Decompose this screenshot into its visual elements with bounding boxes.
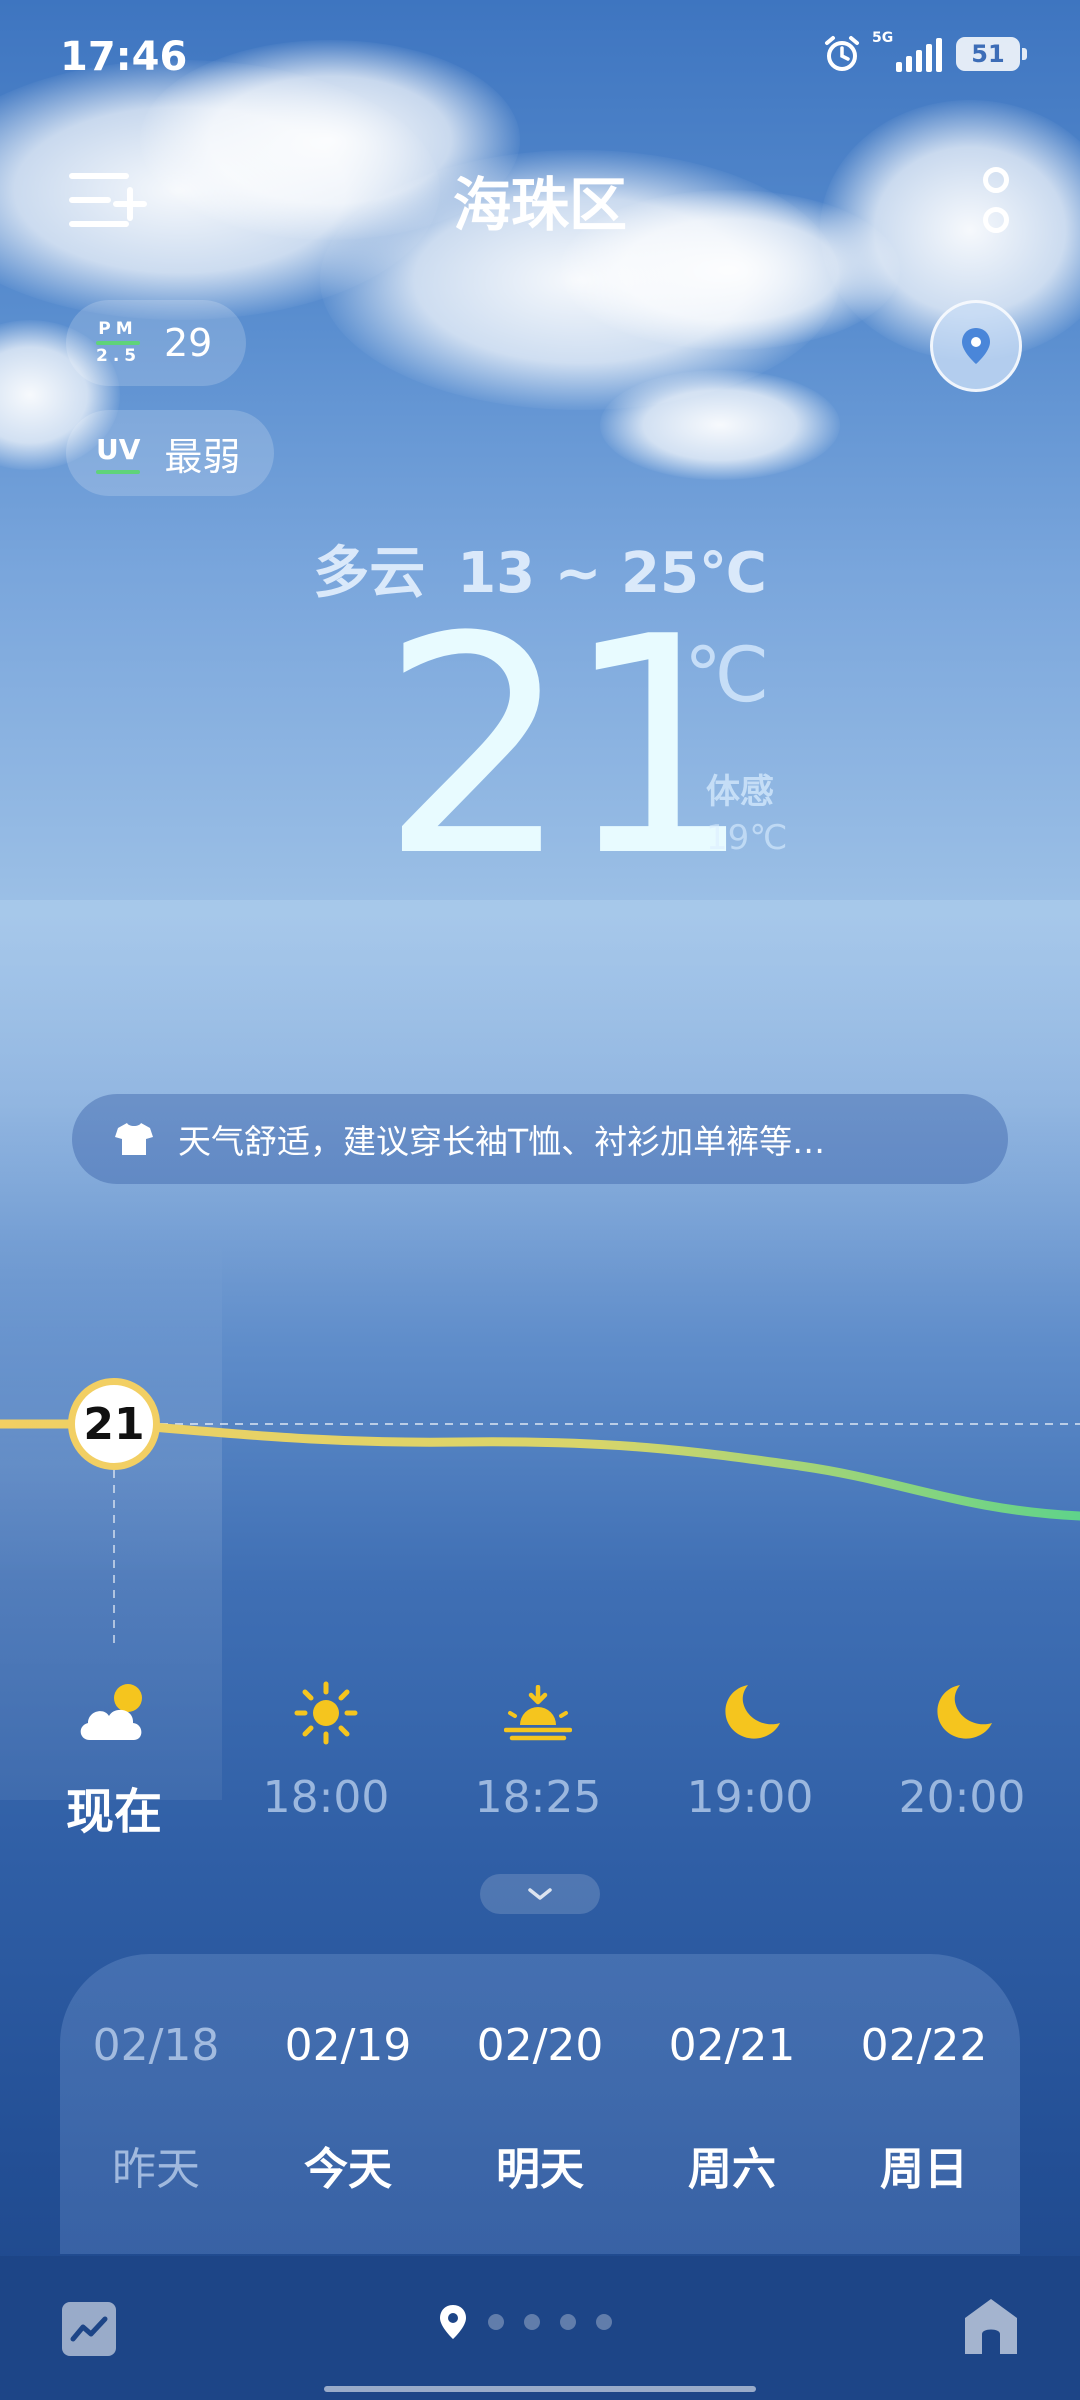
day-date: 02/22 xyxy=(860,2020,988,2071)
trend-chart-icon xyxy=(70,2316,108,2342)
daily-forecast-card[interactable]: 02/18 昨天 02/19 今天 02/20 明天 02/21 周六 02/2… xyxy=(60,1954,1020,2254)
more-dot-icon xyxy=(983,167,1009,193)
day-name: 明天 xyxy=(496,2144,584,2195)
temperature-trend-line xyxy=(0,1419,1080,1521)
expand-hourly-button[interactable] xyxy=(480,1874,600,1914)
cloud-decoration xyxy=(600,370,840,480)
pm25-chip[interactable]: PM 2.5 29 xyxy=(66,300,247,386)
day-item[interactable]: 02/19 今天 xyxy=(252,2020,444,2254)
hour-1900[interactable]: 19:00 xyxy=(660,1676,840,1823)
clothing-tip-banner[interactable]: 天气舒适，建议穿长袖T恤、衬衫加单裤等… xyxy=(72,1094,1008,1184)
weather-app: 17:46 5G 51 海珠区 PM 2.5 29 UV 最弱 多云 13 ~ … xyxy=(0,0,1080,2400)
pm25-value: 29 xyxy=(164,321,213,365)
gesture-navigation-bar[interactable] xyxy=(324,2386,756,2392)
day-date: 02/18 xyxy=(92,2020,220,2071)
day-name: 今天 xyxy=(304,2144,392,2195)
day-date: 02/21 xyxy=(668,2020,796,2071)
hour-label: 18:00 xyxy=(262,1772,390,1823)
signal-icon: 5G xyxy=(872,30,942,72)
now-temperature-marker: 21 xyxy=(68,1378,160,1470)
hour-label: 现在 xyxy=(65,1784,162,1840)
hour-sunset[interactable]: 18:25 xyxy=(448,1676,628,1823)
page-dot[interactable] xyxy=(596,2314,612,2330)
trend-chart-button[interactable] xyxy=(62,2302,116,2356)
pm-label-top: PM xyxy=(98,319,138,339)
hour-now[interactable]: 现在 xyxy=(24,1676,204,1842)
moon-icon xyxy=(725,1685,780,1739)
partly-cloudy-icon xyxy=(80,1684,142,1740)
chevron-down-icon xyxy=(528,1888,552,1900)
pm25-icon: PM 2.5 xyxy=(96,321,140,365)
more-dot-icon xyxy=(983,207,1009,233)
uv-value: 最弱 xyxy=(164,434,241,479)
home-button[interactable] xyxy=(962,2296,1020,2358)
sunset-icon xyxy=(504,1685,572,1741)
pm-label-bottom: 2.5 xyxy=(96,346,142,366)
uv-icon: UV xyxy=(96,433,141,474)
hour-label: 18:25 xyxy=(474,1772,602,1823)
status-time: 17:46 xyxy=(60,34,188,80)
day-name: 周六 xyxy=(688,2144,776,2195)
city-title[interactable]: 海珠区 xyxy=(0,158,1080,242)
day-name: 周日 xyxy=(880,2144,968,2195)
uv-chip[interactable]: UV 最弱 xyxy=(66,410,275,496)
page-dot[interactable] xyxy=(524,2314,540,2330)
sun-icon xyxy=(294,1681,358,1745)
day-item[interactable]: 02/18 昨天 xyxy=(60,2020,252,2254)
day-name: 昨天 xyxy=(112,2144,200,2195)
location-page-icon xyxy=(440,2305,466,2339)
hour-2000[interactable]: 20:00 xyxy=(872,1676,1052,1823)
hour-label: 20:00 xyxy=(898,1772,1026,1823)
day-date: 02/19 xyxy=(284,2020,412,2071)
more-options-button[interactable] xyxy=(964,160,1028,240)
clothing-tip-text: 天气舒适，建议穿长袖T恤、衬衫加单裤等… xyxy=(178,1122,826,1161)
temp-unit: ℃ xyxy=(684,630,770,719)
day-date: 02/20 xyxy=(476,2020,604,2071)
status-icons: 5G 51 xyxy=(822,30,1027,74)
day-item[interactable]: 02/21 周六 xyxy=(636,2020,828,2254)
hour-1800[interactable]: 18:00 xyxy=(236,1676,416,1823)
feels-like-label: 体感 xyxy=(706,772,774,812)
shirt-icon xyxy=(115,1123,153,1155)
horizon-glow xyxy=(0,900,1080,1280)
moon-icon xyxy=(937,1685,992,1739)
page-dot[interactable] xyxy=(488,2314,504,2330)
network-type: 5G xyxy=(872,30,894,46)
battery-icon: 51 xyxy=(956,37,1027,71)
battery-level: 51 xyxy=(971,40,1005,68)
location-pin-icon xyxy=(962,328,990,364)
day-item[interactable]: 02/22 周日 xyxy=(828,2020,1020,2254)
day-item[interactable]: 02/20 明天 xyxy=(444,2020,636,2254)
page-indicator[interactable] xyxy=(438,2304,612,2340)
hourly-temperature-chart[interactable] xyxy=(0,1360,1080,1680)
page-dot[interactable] xyxy=(560,2314,576,2330)
alarm-icon xyxy=(825,36,859,71)
map-button[interactable] xyxy=(930,300,1022,392)
hour-label: 19:00 xyxy=(686,1772,814,1823)
feels-like-value: 19℃ xyxy=(706,818,788,858)
